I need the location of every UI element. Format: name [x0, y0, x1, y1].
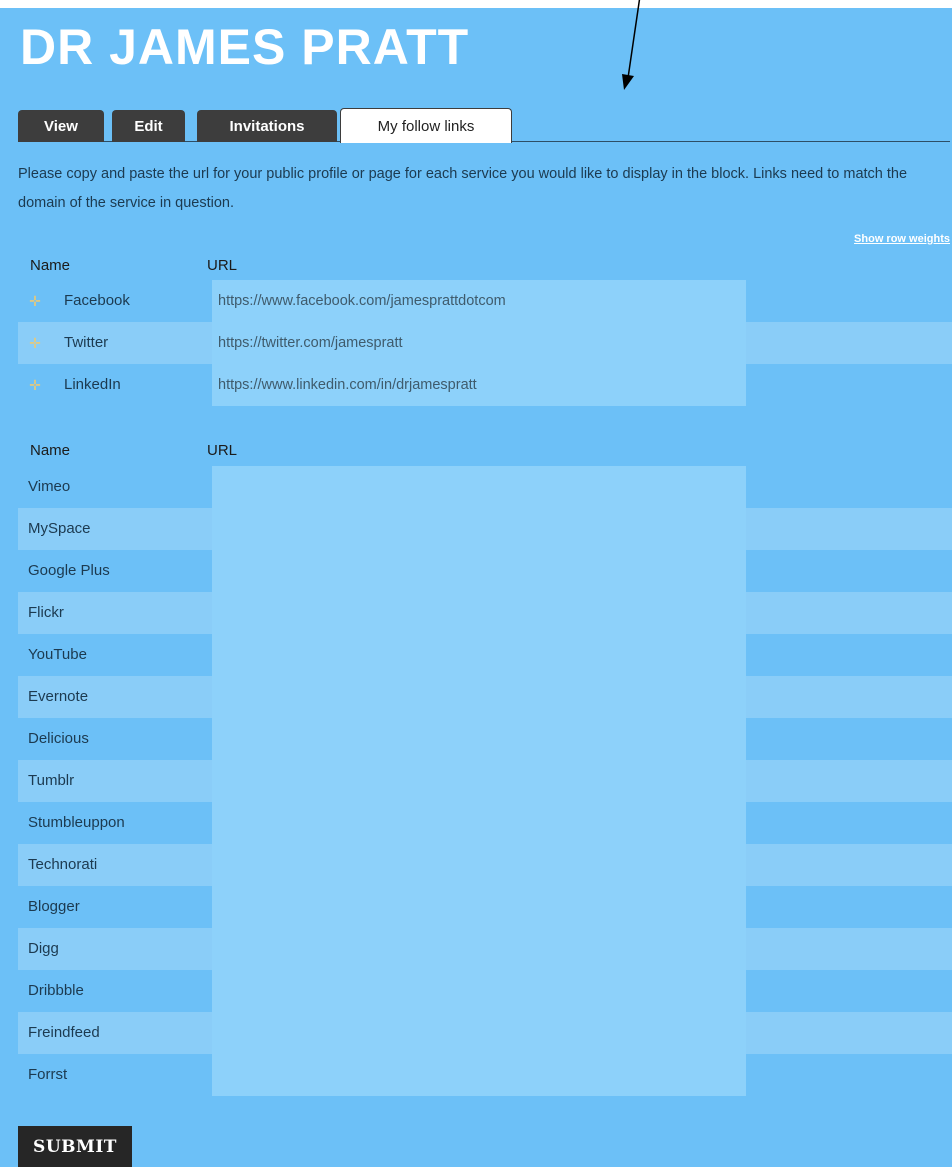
disabled-link-url-input[interactable] [212, 760, 746, 802]
disabled-link-service-name: Blogger [28, 898, 80, 915]
disabled-link-url-input[interactable] [212, 718, 746, 760]
disabled-link-url-input[interactable] [212, 634, 746, 676]
show-row-weights-link[interactable]: Show row weights [854, 233, 950, 245]
disabled-link-service-name: MySpace [28, 520, 91, 537]
disabled-link-url-input[interactable] [212, 928, 746, 970]
intro-text: Please copy and paste the url for your p… [18, 166, 908, 211]
submit-button[interactable]: SUBMIT [18, 1126, 132, 1167]
tab-view[interactable]: View [18, 110, 104, 142]
disabled-link-url-input[interactable] [212, 1054, 746, 1096]
disabled-link-service-name: Tumblr [28, 772, 75, 789]
disabled-link-url-input[interactable] [212, 550, 746, 592]
disabled-link-url-input[interactable] [212, 802, 746, 844]
disabled-link-url-input[interactable] [212, 970, 746, 1012]
disabled-link-url-input[interactable] [212, 1012, 746, 1054]
disabled-url-header: URL [207, 442, 238, 459]
disabled-link-service-name: Google Plus [28, 562, 110, 579]
disabled-link-service-name: Flickr [28, 604, 64, 621]
disabled-link-url-column [212, 466, 746, 1096]
enabled-link-service-name: LinkedIn [64, 376, 121, 393]
enabled-link-url-input[interactable] [212, 280, 746, 322]
disabled-link-service-name: Delicious [28, 730, 89, 747]
disabled-name-header: Name [30, 442, 71, 459]
disabled-link-url-input[interactable] [212, 508, 746, 550]
disabled-link-service-name: Freindfeed [28, 1024, 100, 1041]
disabled-link-service-name: Dribbble [28, 982, 84, 999]
enabled-link-service-name: Twitter [64, 334, 109, 351]
tab-invitations[interactable]: Invitations [197, 110, 337, 142]
enabled-link-url-column [212, 280, 746, 406]
page-title: DR JAMES PRATT [20, 19, 470, 75]
tab-my-follow-links[interactable]: My follow links [340, 108, 512, 143]
disabled-link-service-name: YouTube [28, 646, 87, 663]
enabled-link-url-input[interactable] [212, 364, 746, 406]
enabled-link-service-name: Facebook [64, 292, 130, 309]
disabled-link-service-name: Vimeo [28, 478, 71, 495]
drag-handle-icon[interactable]: ✛ [28, 336, 42, 350]
enabled-link-url-input[interactable] [212, 322, 746, 364]
disabled-link-url-input[interactable] [212, 676, 746, 718]
enabled-url-header: URL [207, 257, 238, 274]
tab-edit[interactable]: Edit [112, 110, 185, 142]
disabled-link-url-input[interactable] [212, 592, 746, 634]
disabled-link-service-name: Technorati [28, 856, 98, 873]
disabled-link-url-input[interactable] [212, 466, 746, 508]
disabled-link-url-input[interactable] [212, 886, 746, 928]
tab-bar: View Edit Invitations My follow links [18, 108, 950, 143]
disabled-link-service-name: Stumbleuppon [28, 814, 125, 831]
page-canvas: DR JAMES PRATT View Edit Invitations My … [0, 8, 952, 1167]
drag-handle-icon[interactable]: ✛ [28, 294, 42, 308]
drag-handle-icon[interactable]: ✛ [28, 378, 42, 392]
disabled-link-service-name: Evernote [28, 688, 89, 705]
disabled-link-service-name: Digg [28, 940, 59, 957]
disabled-link-url-input[interactable] [212, 844, 746, 886]
disabled-link-service-name: Forrst [28, 1066, 68, 1083]
enabled-name-header: Name [30, 257, 71, 274]
